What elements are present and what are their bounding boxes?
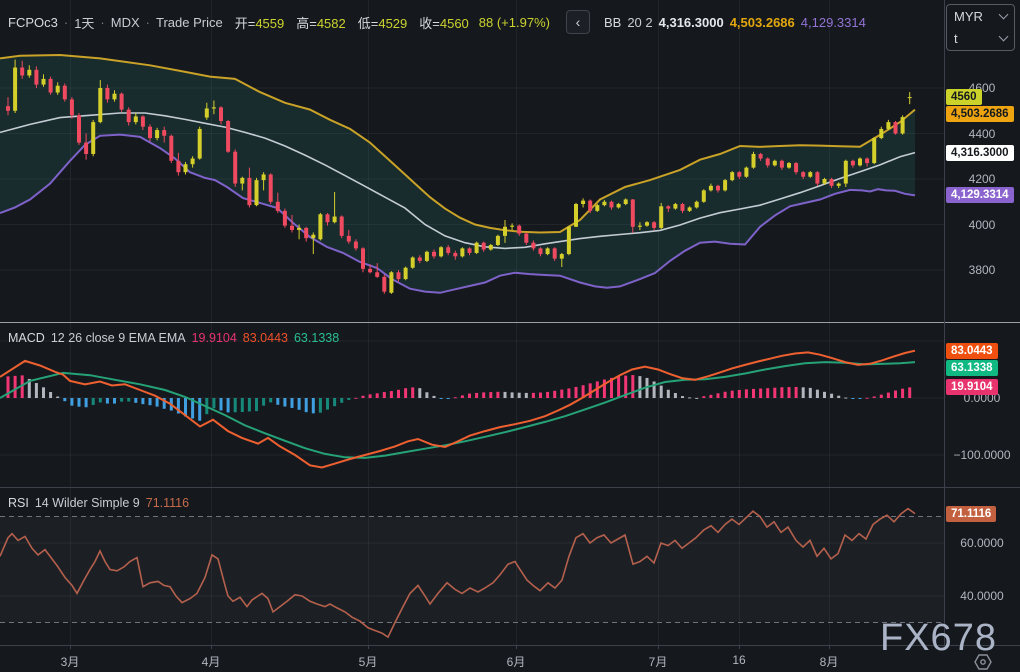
- price-badge: 4,503.2686: [946, 106, 1014, 122]
- axis-tick-label: 4200: [944, 172, 1020, 186]
- unit-label: t: [954, 31, 958, 46]
- macd-line-value: 83.0443: [243, 331, 288, 345]
- time-axis-label: 3月: [61, 653, 80, 670]
- rsi-value: 71.1116: [146, 496, 189, 510]
- symbol-name[interactable]: FCPOc3: [8, 15, 58, 30]
- price-badge: 4,129.3314: [946, 187, 1014, 203]
- separator: ·: [64, 15, 68, 30]
- price-axis[interactable]: 460044004200400038000.0000−100.000060.00…: [944, 0, 1020, 645]
- interval-label[interactable]: 1天: [74, 13, 94, 32]
- currency-dropdown[interactable]: MYR: [947, 5, 1014, 27]
- high-value: 高=4582: [296, 13, 346, 32]
- price-badge: 4560: [946, 89, 982, 105]
- currency-label: MYR: [954, 9, 983, 24]
- close-value: 收=4560: [419, 13, 469, 32]
- main-legend: FCPOc3 · 1天 · MDX · Trade Price 开=4559 高…: [8, 10, 866, 34]
- bb-params: 20 2: [627, 15, 652, 30]
- time-axis[interactable]: 3月 4月 5月 6月 7月 16 8月: [0, 646, 944, 672]
- time-axis-label: 5月: [359, 653, 378, 670]
- chevron-down-icon: [999, 32, 1009, 42]
- axis-tick-label: −100.0000: [944, 448, 1020, 462]
- separator: ·: [146, 15, 150, 30]
- price-badge: 19.9104: [946, 379, 998, 395]
- time-axis-label: 4月: [202, 653, 221, 670]
- axis-tick-label: 60.0000: [944, 536, 1020, 550]
- rsi-params: 14 Wilder Simple 9: [35, 496, 140, 510]
- series-type-label: Trade Price: [156, 15, 223, 30]
- time-axis-label: 6月: [507, 653, 526, 670]
- axis-tick-label: 4400: [944, 127, 1020, 141]
- bb-lower-value: 4,129.3314: [801, 15, 866, 30]
- rsi-title[interactable]: RSI: [8, 496, 29, 510]
- axis-tick-label: 3800: [944, 263, 1020, 277]
- axis-tick-label: 4000: [944, 218, 1020, 232]
- macd-hist-value: 19.9104: [192, 331, 237, 345]
- chevron-down-icon: [999, 10, 1009, 20]
- axis-tick-label: 40.0000: [944, 589, 1020, 603]
- price-badge: 71.1116: [946, 506, 996, 522]
- time-axis-label: 8月: [820, 653, 839, 670]
- bb-upper-value: 4,503.2686: [730, 15, 795, 30]
- low-value: 低=4529: [358, 13, 408, 32]
- watermark: FX678: [880, 617, 997, 660]
- exchange-label: MDX: [111, 15, 140, 30]
- price-badge: 4,316.3000: [946, 145, 1014, 161]
- currency-unit-selector: MYR t: [946, 4, 1015, 51]
- chevron-left-icon: ‹: [576, 15, 581, 29]
- macd-legend: MACD 12 26 close 9 EMA EMA 19.9104 83.04…: [8, 331, 339, 345]
- macd-params: 12 26 close 9 EMA EMA: [51, 331, 186, 345]
- time-axis-label: 16: [732, 653, 745, 667]
- bb-indicator-title[interactable]: BB: [604, 15, 621, 30]
- collapse-legend-button[interactable]: ‹: [566, 10, 590, 34]
- separator: ·: [100, 15, 104, 30]
- price-badge: 83.0443: [946, 343, 998, 359]
- macd-signal-value: 63.1338: [294, 331, 339, 345]
- bb-basis-value: 4,316.3000: [659, 15, 724, 30]
- price-badge: 63.1338: [946, 360, 998, 376]
- open-value: 开=4559: [235, 13, 285, 32]
- rsi-legend: RSI 14 Wilder Simple 9 71.1116: [8, 496, 189, 510]
- macd-title[interactable]: MACD: [8, 331, 45, 345]
- change-value: 88 (+1.97%): [479, 15, 550, 30]
- trading-chart-app: FCPOc3 · 1天 · MDX · Trade Price 开=4559 高…: [0, 0, 1020, 672]
- time-axis-label: 7月: [649, 653, 668, 670]
- unit-dropdown[interactable]: t: [947, 27, 1014, 49]
